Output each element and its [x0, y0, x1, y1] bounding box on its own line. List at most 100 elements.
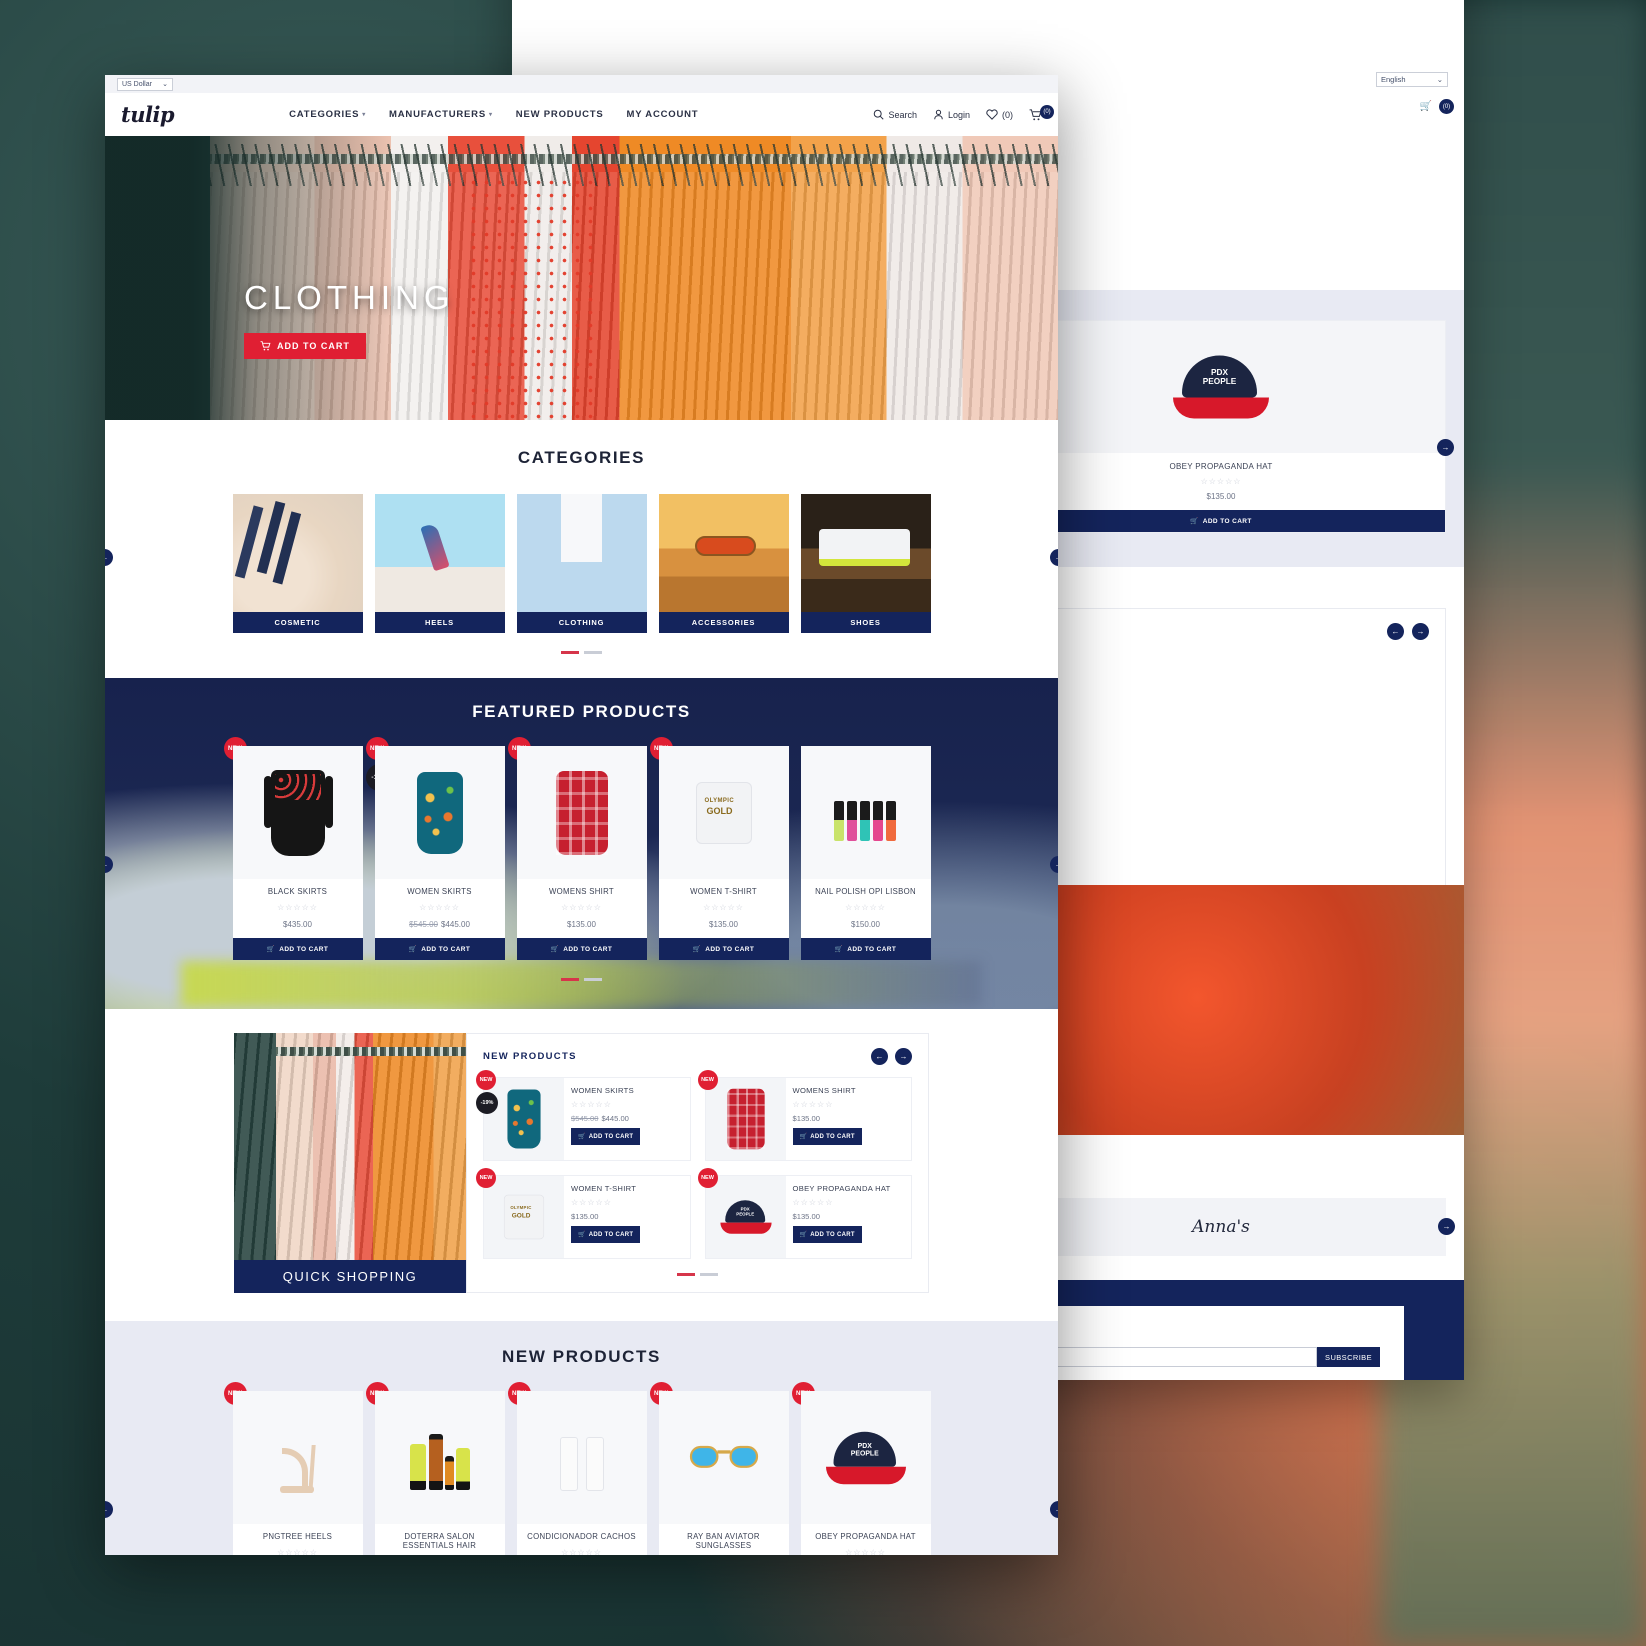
product-image	[705, 1078, 786, 1160]
product-image: PDXPEOPLE	[997, 321, 1445, 453]
category-card-clothing[interactable]: CLOTHING	[516, 494, 647, 633]
add-to-cart-button[interactable]: 🛒ADD TO CART	[374, 938, 505, 960]
product-name: RAY BAN AVIATOR SUNGLASSES	[687, 1532, 760, 1550]
product-image	[658, 1391, 789, 1524]
product-card[interactable]: NEW RAY BAN AVIATOR SUNGLASSES ☆☆☆☆☆ $23…	[649, 1382, 789, 1555]
add-to-cart-button[interactable]: 🛒ADD TO CART	[997, 510, 1445, 532]
product-card[interactable]: NEW BLACK SKIRTS ☆☆☆☆☆ $435.00 🛒ADD TO C…	[223, 737, 363, 960]
brands-next-button[interactable]: →	[1438, 1218, 1455, 1235]
list-item[interactable]: NEW WOMENS SHIRT ☆☆☆☆☆ $135.00 🛒 ADD TO C…	[697, 1070, 912, 1161]
carousel-dot[interactable]	[584, 978, 602, 981]
carousel-dot[interactable]	[677, 1273, 695, 1276]
menu-item-my-account[interactable]: MY ACCOUNT	[627, 109, 699, 120]
featured-next-button[interactable]: →	[1050, 856, 1058, 873]
quick-next-button[interactable]: →	[895, 1048, 912, 1065]
quick-prev-button[interactable]: ←	[871, 1048, 888, 1065]
carousel-dot[interactable]	[584, 651, 602, 654]
list-item[interactable]: NEW -19% WOMEN SKIRTS ☆☆☆☆☆ $545.00 $445.…	[476, 1070, 691, 1161]
carousel-dot[interactable]	[700, 1273, 718, 1276]
add-to-cart-button[interactable]: 🛒ADD TO CART	[232, 938, 363, 960]
list-item[interactable]: NEW WOMEN T-SHIRT ☆☆☆☆☆ $135.00 🛒ADD TO …	[476, 1168, 691, 1259]
add-to-cart-button[interactable]: 🛒ADD TO CART	[516, 938, 647, 960]
product-card[interactable]: NEW -19% WOMEN SKIRTS ☆☆☆☆☆ $545.00$445.…	[365, 737, 505, 960]
add-to-cart-button[interactable]: 🛒ADD TO CART	[571, 1226, 641, 1243]
cart-icon: 🛒	[1190, 518, 1199, 525]
product-price: $150.00	[851, 920, 880, 929]
quick-rail-decor	[275, 1047, 466, 1056]
product-card[interactable]: NEW PDXPEOPLE OBEY PROPAGANDA HAT ☆☆☆☆☆ …	[988, 312, 1454, 533]
brand-logo-annas[interactable]: Anna's →	[996, 1198, 1455, 1256]
new-products-next-button[interactable]: →	[1050, 1501, 1058, 1518]
category-card-accessories[interactable]: ACCESSORIES	[658, 494, 789, 633]
back-bottom-next-button[interactable]: →	[1412, 623, 1429, 640]
cart-icon: 🛒	[834, 946, 844, 953]
carousel-dot[interactable]	[561, 651, 579, 654]
new-products-section: NEW PRODUCTS ← NEW PNGTREE HEELS ☆☆☆☆☆ $…	[105, 1321, 1058, 1555]
back-language-select[interactable]: English ⌄	[1376, 72, 1448, 87]
login-button[interactable]: Login	[933, 109, 970, 120]
back-grid-next-button[interactable]: →	[1437, 439, 1454, 456]
new-products-prev-button[interactable]: ←	[105, 1501, 113, 1518]
product-image	[800, 746, 931, 879]
category-label: ACCESSORIES	[658, 612, 789, 633]
wishlist-button[interactable]: (0)	[986, 109, 1013, 120]
site-logo[interactable]: tulip	[121, 102, 175, 127]
list-item[interactable]: NEW PDXPEOPLE OBEY PROPAGANDA HAT ☆☆☆☆☆ …	[697, 1168, 912, 1259]
featured-carousel: ← NEW BLACK SKIRTS ☆☆☆☆☆ $435.00 🛒ADD TO…	[105, 737, 1058, 960]
chevron-down-icon: ▾	[488, 112, 493, 118]
newsletter-subscribe-button[interactable]: SUBSCRIBE	[1317, 1347, 1380, 1367]
new-badge: NEW	[476, 1070, 496, 1090]
menu-item-new-products[interactable]: NEW PRODUCTS	[516, 109, 604, 120]
product-image	[484, 1176, 564, 1258]
product-name: NAIL POLISH OPI LISBON	[815, 887, 916, 896]
menu-item-categories[interactable]: CATEGORIES ▾	[289, 109, 366, 120]
logo-text: tulip	[121, 102, 175, 127]
quick-shopping-image[interactable]: QUICK SHOPPING	[234, 1033, 466, 1293]
chevron-down-icon: ⌄	[162, 81, 168, 88]
add-to-cart-button[interactable]: 🛒ADD TO CART	[792, 1128, 862, 1145]
back-bottom-prev-button[interactable]: ←	[1387, 623, 1404, 640]
product-card[interactable]: NEW PNGTREE HEELS ☆☆☆☆☆ $280.00 🛒ADD TO …	[223, 1382, 363, 1555]
product-card[interactable]: NEW PDXPEOPLE OBEY PROPAGANDA HAT ☆☆☆☆☆ …	[791, 1382, 931, 1555]
category-card-shoes[interactable]: SHOES	[800, 494, 931, 633]
cart-icon: 🛒	[799, 1134, 808, 1140]
product-card[interactable]: NEW CONDICIONADOR CACHOS ☆☆☆☆☆ $235.00 🛒…	[507, 1382, 647, 1555]
categories-carousel-dots	[105, 651, 1058, 654]
cart-icon: 🛒	[692, 946, 702, 953]
main-browser-window[interactable]: US Dollar ⌄ tulip CATEGORIES ▾ MANUFACTUR…	[105, 75, 1058, 1555]
hero-title: CLOTHING	[244, 279, 455, 316]
category-image	[232, 494, 363, 612]
product-price: $435.00	[283, 920, 312, 929]
categories-next-button[interactable]: →	[1050, 549, 1058, 566]
hero-add-to-cart-button[interactable]: ADD TO CART	[244, 333, 366, 359]
category-image	[516, 494, 647, 612]
rating-stars: ☆☆☆☆☆	[792, 1198, 834, 1207]
categories-prev-button[interactable]: ←	[105, 549, 113, 566]
search-button[interactable]: Search	[873, 109, 917, 120]
back-cart-icon[interactable]: 🛒	[1420, 101, 1432, 112]
product-image	[374, 746, 505, 879]
product-name: WOMENS SHIRT	[549, 887, 614, 896]
category-image	[374, 494, 505, 612]
category-card-heels[interactable]: HEELS	[374, 494, 505, 633]
add-to-cart-button[interactable]: 🛒ADD TO CART	[792, 1226, 862, 1243]
featured-prev-button[interactable]: ←	[105, 856, 113, 873]
quick-shopping-caption: QUICK SHOPPING	[234, 1260, 466, 1293]
carousel-dot[interactable]	[561, 978, 579, 981]
product-card[interactable]: NAIL POLISH OPI LISBON ☆☆☆☆☆ $150.00 🛒 AD…	[800, 746, 931, 960]
category-card-cosmetic[interactable]: COSMETIC	[232, 494, 363, 633]
add-to-cart-button[interactable]: 🛒ADD TO CART	[571, 1128, 641, 1145]
category-label: SHOES	[800, 612, 931, 633]
menu-item-manufacturers[interactable]: MANUFACTURERS ▾	[389, 109, 493, 120]
product-image	[516, 746, 647, 879]
product-card[interactable]: NEW WOMEN T-SHIRT ☆☆☆☆☆ $135.00 🛒ADD TO …	[649, 737, 789, 960]
product-card[interactable]: NEW DOTERRA SALON ESSENTIALS HAIR ☆☆☆☆☆ …	[365, 1382, 505, 1555]
add-to-cart-button[interactable]: 🛒ADD TO CART	[658, 938, 789, 960]
add-to-cart-button[interactable]: 🛒ADD TO CART	[800, 938, 931, 960]
currency-select[interactable]: US Dollar ⌄	[117, 77, 173, 91]
chevron-down-icon: ▾	[362, 112, 367, 118]
cart-button[interactable]: (0)	[1029, 104, 1054, 121]
product-name: WOMEN SKIRTS	[407, 887, 472, 896]
heart-icon	[986, 109, 998, 120]
product-card[interactable]: NEW WOMENS SHIRT ☆☆☆☆☆ $135.00 🛒ADD TO C…	[507, 737, 647, 960]
